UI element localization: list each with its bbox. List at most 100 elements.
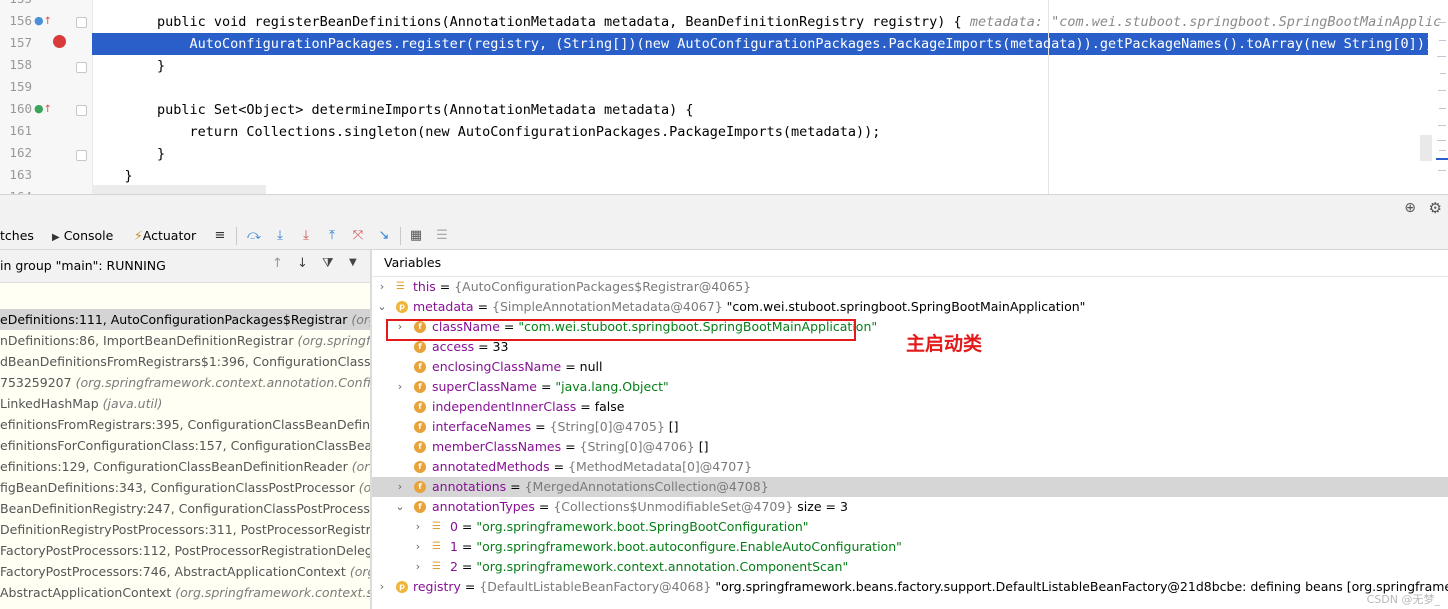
- code-line[interactable]: }: [92, 165, 133, 187]
- variable-row[interactable]: › ☰ this = {AutoConfigurationPackages$Re…: [372, 277, 1448, 297]
- drop-frame-icon[interactable]: ⤧: [350, 228, 366, 244]
- chevron-down-icon[interactable]: ▼: [349, 257, 357, 268]
- stack-frame[interactable]: nDefinitions:86, ImportBeanDefinitionReg…: [0, 330, 370, 351]
- stack-frame[interactable]: 753259207 (org.springframework.context.a…: [0, 372, 370, 393]
- variable-row[interactable]: › ☰ 1 = "org.springframework.boot.autoco…: [372, 537, 1448, 557]
- chevron-right-icon[interactable]: ›: [412, 517, 424, 537]
- variable-row[interactable]: f interfaceNames = {String[0]@4705} []: [372, 417, 1448, 437]
- line-number: 163: [9, 167, 32, 182]
- line-number: 159: [9, 79, 32, 94]
- right-margin-guide: [1048, 0, 1049, 194]
- step-over-icon[interactable]: ⤼: [246, 228, 262, 244]
- implements-method-icon[interactable]: ●↑: [34, 102, 52, 115]
- line-number: 158: [9, 57, 32, 72]
- field-icon: f: [414, 441, 426, 453]
- tab-actuator[interactable]: ⚡Actuator: [134, 223, 196, 249]
- stack-frame[interactable]: LinkedHashMap (java.util): [0, 393, 370, 414]
- crosshair-icon[interactable]: ⊕: [1404, 200, 1416, 216]
- tab-console[interactable]: ▶ Console: [52, 223, 113, 249]
- stack-frame[interactable]: efinitions:129, ConfigurationClassBeanDe…: [0, 456, 370, 477]
- field-icon: f: [414, 341, 426, 353]
- fold-marker[interactable]: [76, 105, 87, 116]
- line-number: 156: [9, 13, 32, 28]
- step-out-icon[interactable]: ⤒: [324, 228, 340, 244]
- chevron-right-icon[interactable]: ›: [412, 537, 424, 557]
- up-arrow-icon[interactable]: ↑: [272, 256, 283, 271]
- stack-frame[interactable]: FactoryPostProcessors:746, AbstractAppli…: [0, 561, 370, 582]
- variables-panel: Variables › ☰ this = {AutoConfigurationP…: [372, 250, 1448, 609]
- force-step-into-icon[interactable]: ⤓: [298, 228, 314, 244]
- chevron-right-icon[interactable]: ›: [376, 277, 388, 297]
- code-line[interactable]: public Set<Object> determineImports(Anno…: [92, 99, 693, 121]
- thread-selector[interactable]: in group "main": RUNNING ↑ ↓ ⧩ ▼: [0, 250, 370, 283]
- stack-frame[interactable]: FactoryPostProcessors:112, PostProcessor…: [0, 540, 370, 561]
- error-stripe[interactable]: [1436, 0, 1448, 194]
- line-number: 160: [9, 101, 32, 116]
- code-line-text: AutoConfigurationPackages.register(regis…: [92, 36, 1442, 52]
- evaluate-expression-icon[interactable]: ▦: [408, 228, 424, 244]
- thread-status[interactable]: in group "main": RUNNING: [0, 258, 166, 273]
- breakpoint-icon[interactable]: [53, 35, 66, 48]
- stack-frame[interactable]: efinitionsFromRegistrars:395, Configurat…: [0, 414, 370, 435]
- stack-field-icon: ☰: [432, 521, 441, 532]
- variable-row[interactable]: › f superClassName = "java.lang.Object": [372, 377, 1448, 397]
- gear-icon[interactable]: ⚙: [1429, 199, 1442, 217]
- variables-title: Variables: [372, 250, 1448, 277]
- trace-icon[interactable]: ☰: [434, 228, 450, 244]
- menu-icon[interactable]: ≡: [212, 228, 228, 244]
- fold-marker[interactable]: [76, 150, 87, 161]
- fold-marker[interactable]: [76, 17, 87, 28]
- chevron-down-icon[interactable]: ⌄: [394, 497, 406, 517]
- line-number: 155: [0, 0, 32, 6]
- chevron-down-icon[interactable]: ⌄: [376, 297, 388, 317]
- code-line[interactable]: public void registerBeanDefinitions(Anno…: [92, 11, 1441, 33]
- watermark: CSDN @无梦_: [1366, 593, 1440, 606]
- step-into-icon[interactable]: ⤓: [272, 228, 288, 244]
- variable-row[interactable]: ⌄ f annotationTypes = {Collections$Unmod…: [372, 497, 1448, 517]
- stack-field-icon: ☰: [396, 281, 405, 292]
- line-number: 157: [9, 35, 32, 50]
- code-line[interactable]: }: [92, 143, 165, 165]
- code-line[interactable]: }: [92, 55, 165, 77]
- variable-row-selected[interactable]: › f annotations = {MergedAnnotationsColl…: [372, 477, 1448, 497]
- variable-row[interactable]: f memberClassNames = {String[0]@4706} []: [372, 437, 1448, 457]
- stack-frame[interactable]: eDefinitions:111, AutoConfigurationPacka…: [0, 309, 370, 330]
- variable-row[interactable]: › ☰ 2 = "org.springframework.context.ann…: [372, 557, 1448, 577]
- stack-frame[interactable]: AbstractApplicationContext (org.springfr…: [0, 582, 370, 603]
- code-line[interactable]: return Collections.singleton(new AutoCon…: [92, 121, 881, 143]
- stack-frame[interactable]: BeanDefinitionRegistry:247, Configuratio…: [0, 498, 370, 519]
- tab-watches[interactable]: tches: [0, 223, 34, 249]
- stack-frame[interactable]: dBeanDefinitionsFromRegistrars$1:396, Co…: [0, 351, 370, 372]
- variable-row[interactable]: › ☰ 0 = "org.springframework.boot.Spring…: [372, 517, 1448, 537]
- debug-tabs-bar: tches ▶ Console ⚡Actuator ≡ ⤼ ⤓ ⤓ ⤒ ⤧ ↘ …: [0, 223, 1448, 250]
- current-execution-line[interactable]: AutoConfigurationPackages.register(regis…: [92, 33, 1441, 55]
- variable-row[interactable]: f annotatedMethods = {MethodMetadata[0]@…: [372, 457, 1448, 477]
- chevron-right-icon[interactable]: ›: [394, 377, 406, 397]
- field-icon: f: [414, 361, 426, 373]
- chevron-right-icon[interactable]: ›: [376, 577, 388, 597]
- down-arrow-icon[interactable]: ↓: [297, 256, 308, 271]
- parameter-icon: p: [396, 301, 408, 313]
- stack-frame[interactable]: figBeanDefinitions:343, ConfigurationCla…: [0, 477, 370, 498]
- variable-row[interactable]: f independentInnerClass = false: [372, 397, 1448, 417]
- run-to-cursor-icon[interactable]: ↘: [376, 228, 392, 244]
- chevron-right-icon[interactable]: ›: [412, 557, 424, 577]
- editor-gutter[interactable]: 155 156 157 158 159 160 161 162 163 164 …: [0, 0, 93, 194]
- field-icon: f: [414, 421, 426, 433]
- field-icon: f: [414, 381, 426, 393]
- line-number: 162: [9, 145, 32, 160]
- variable-row[interactable]: ⌄ p metadata = {SimpleAnnotationMetadata…: [372, 297, 1448, 317]
- annotation-note: 主启动类: [906, 333, 983, 355]
- filter-icon[interactable]: ⧩: [322, 256, 334, 271]
- parameter-icon: p: [396, 581, 408, 593]
- variable-row[interactable]: › p registry = {DefaultListableBeanFacto…: [372, 577, 1448, 597]
- code-editor[interactable]: 155 156 157 158 159 160 161 162 163 164 …: [0, 0, 1448, 194]
- chevron-right-icon[interactable]: ›: [394, 477, 406, 497]
- scrollbar-thumb[interactable]: [1420, 135, 1432, 161]
- stack-frame[interactable]: DefinitionRegistryPostProcessors:311, Po…: [0, 519, 370, 540]
- implements-method-icon[interactable]: ●↑: [34, 14, 52, 27]
- frames-panel: in group "main": RUNNING ↑ ↓ ⧩ ▼ eDefini…: [0, 250, 370, 609]
- stack-frame[interactable]: efinitionsForConfigurationClass:157, Con…: [0, 435, 370, 456]
- fold-marker[interactable]: [76, 62, 87, 73]
- variable-row[interactable]: f enclosingClassName = null: [372, 357, 1448, 377]
